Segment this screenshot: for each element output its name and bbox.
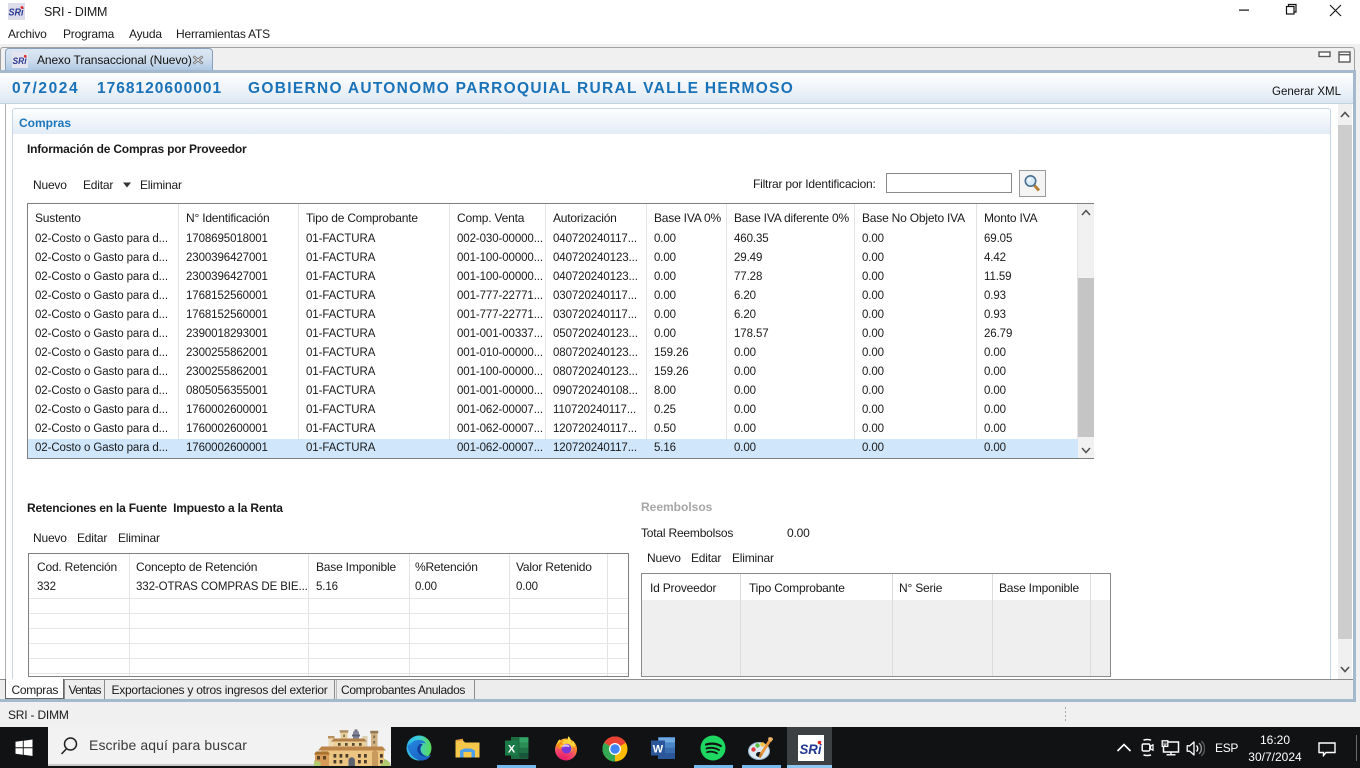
svg-text:W: W <box>653 744 664 756</box>
svg-text:X: X <box>508 744 516 756</box>
svg-text:SRi: SRi <box>9 8 24 19</box>
